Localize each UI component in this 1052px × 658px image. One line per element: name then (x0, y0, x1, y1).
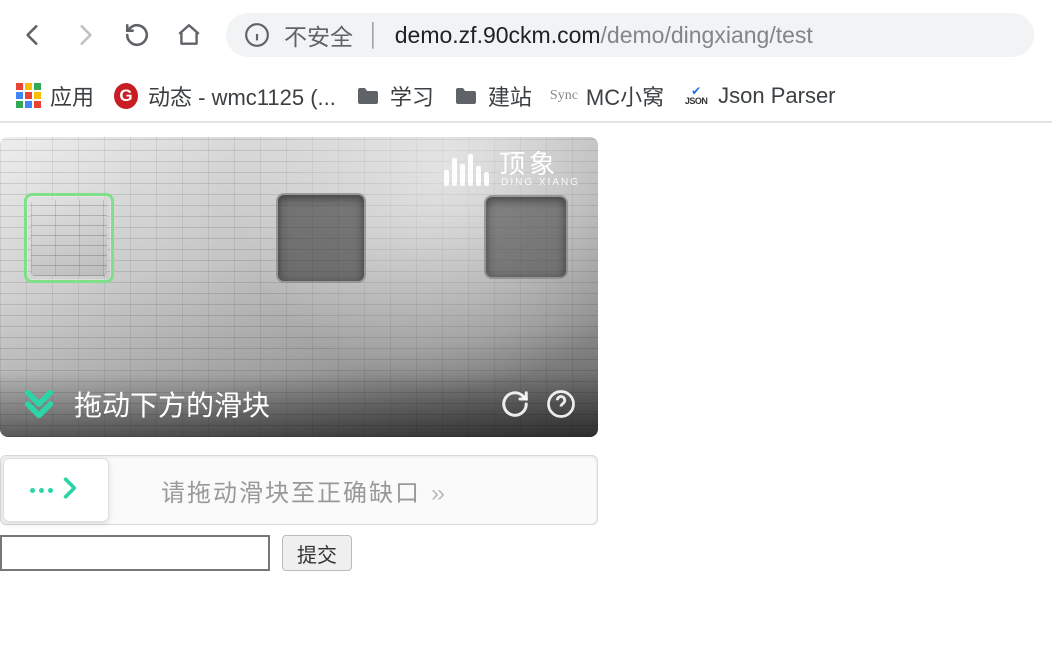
sync-icon: Sync (552, 84, 576, 108)
bookmark-label: Json Parser (718, 83, 835, 109)
captcha-brand-logo: 顶象 DING XIANG (444, 151, 580, 189)
brand-name-cn: 顶象 (499, 151, 580, 178)
insecure-label: 不安全 (284, 18, 353, 52)
submit-button[interactable]: 提交 (282, 535, 352, 571)
url-host: demo.zf.90ckm.com (395, 22, 601, 48)
url-divider: │ (367, 22, 381, 48)
folder-icon (454, 84, 478, 108)
url-path: /demo/dingxiang/test (601, 22, 813, 48)
captcha-hint-text: 拖动下方的滑块 (74, 384, 482, 424)
slider-placeholder-text: 请拖动滑块至正确缺口›› (161, 473, 443, 508)
slider-arrow-icon (57, 475, 83, 506)
bookmark-folder-site[interactable]: 建站 (454, 80, 532, 112)
form-text-input[interactable] (0, 535, 270, 571)
url-bar[interactable]: 不安全 │ demo.zf.90ckm.com/demo/dingxiang/t… (226, 13, 1034, 57)
brand-bars-icon (444, 154, 489, 186)
captcha-slider-handle[interactable] (3, 458, 109, 522)
captcha-help-button[interactable] (546, 389, 576, 419)
bookmarks-bar: 应用 G 动态 - wmc1125 (... 学习 建站 Sync MC小窝 ✔… (0, 70, 1052, 122)
bookmark-label: 应用 (50, 80, 94, 112)
captcha-image: 顶象 DING XIANG 拖动下方的滑块 (0, 137, 598, 437)
nav-reload-button[interactable] (122, 20, 152, 50)
gitee-icon: G (114, 84, 138, 108)
captcha-target-slot (276, 193, 366, 283)
bookmark-mc[interactable]: Sync MC小窝 (552, 80, 664, 112)
url-text: demo.zf.90ckm.com/demo/dingxiang/test (395, 22, 813, 49)
captcha-puzzle-piece[interactable] (24, 193, 114, 283)
brand-name-en: DING XIANG (501, 178, 580, 189)
bookmark-apps[interactable]: 应用 (16, 80, 94, 112)
json-parser-icon: ✔JSON (684, 84, 708, 108)
folder-icon (356, 84, 380, 108)
nav-back-button[interactable] (18, 20, 48, 50)
bookmark-label: 建站 (488, 80, 532, 112)
apps-grid-icon (16, 84, 40, 108)
nav-forward-button[interactable] (70, 20, 100, 50)
site-info-icon[interactable] (244, 22, 270, 48)
nav-home-button[interactable] (174, 20, 204, 50)
bookmark-folder-study[interactable]: 学习 (356, 80, 434, 112)
bookmark-label: 动态 - wmc1125 (... (148, 80, 336, 112)
captcha-target-slot (484, 195, 568, 279)
captcha-slider-track[interactable]: 请拖动滑块至正确缺口›› (0, 455, 598, 525)
bookmark-label: MC小窝 (586, 80, 664, 112)
bookmark-json-parser[interactable]: ✔JSON Json Parser (684, 83, 835, 109)
slider-dots-icon (30, 488, 53, 493)
bookmark-label: 学习 (390, 80, 434, 112)
hint-chevron-icon (22, 387, 56, 421)
bookmark-gitee[interactable]: G 动态 - wmc1125 (... (114, 80, 336, 112)
captcha-refresh-button[interactable] (500, 389, 530, 419)
